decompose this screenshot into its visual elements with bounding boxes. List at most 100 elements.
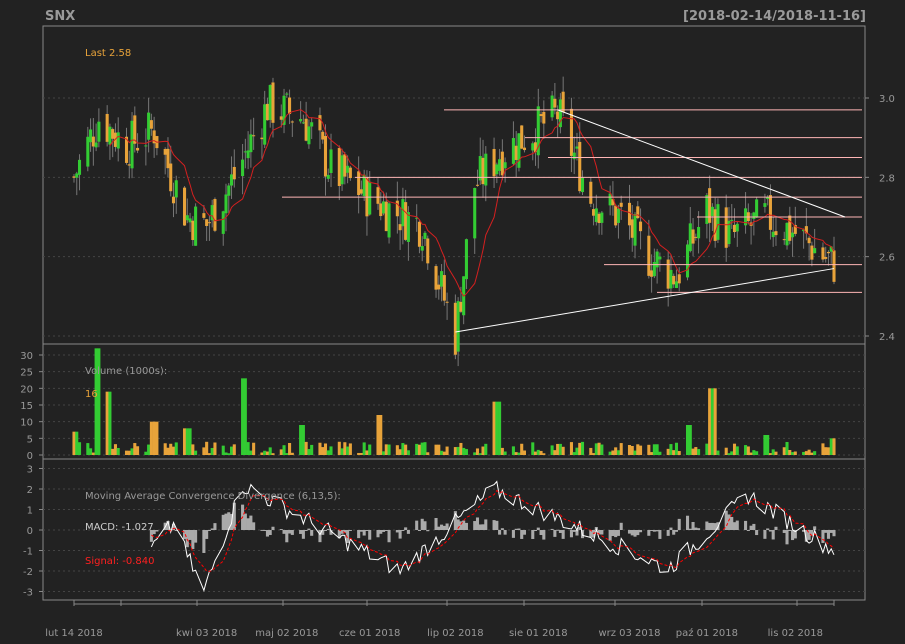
volume-bar: [832, 438, 836, 455]
candle-down: [304, 118, 308, 141]
volume-bar: [440, 450, 444, 455]
candle-up: [423, 232, 427, 240]
candle-down: [553, 98, 557, 108]
volume-bar: [318, 442, 322, 455]
volume-bar: [263, 450, 267, 455]
candle-up: [89, 129, 93, 143]
candle-up: [705, 194, 709, 224]
macd-histogram-bar: [572, 530, 576, 532]
volume-bar: [498, 401, 502, 455]
volume-bar: [426, 452, 430, 455]
macd-histogram-bar: [310, 530, 314, 536]
candle-down: [514, 145, 518, 160]
price-tick-label: 2.4: [879, 332, 895, 343]
macd-histogram-bar: [194, 530, 198, 543]
volume-bar: [500, 447, 504, 455]
candle-up: [406, 212, 410, 242]
macd-histogram-bar: [655, 530, 659, 532]
volume-bar: [594, 443, 598, 455]
volume-bar: [357, 452, 361, 455]
macd-histogram-bar: [348, 530, 352, 531]
volume-bar: [77, 442, 82, 455]
candle-down: [376, 187, 380, 204]
macd-histogram-bar: [202, 530, 206, 553]
volume-bar: [299, 425, 303, 455]
candle-down: [359, 189, 363, 194]
candle-up: [329, 149, 333, 174]
volume-bar: [464, 449, 468, 455]
candle-up: [575, 146, 579, 149]
volume-bar: [307, 449, 311, 455]
volume-bar: [75, 431, 79, 455]
volume-bar: [782, 447, 786, 455]
volume-bar: [329, 446, 333, 455]
macd-histogram-bar: [650, 530, 654, 531]
macd-histogram-bar: [381, 530, 386, 532]
candle-up: [185, 215, 189, 221]
candle-down: [666, 259, 670, 289]
candle-up: [130, 120, 134, 169]
volume-bar: [133, 443, 137, 455]
candle-up: [299, 119, 303, 122]
candle-up: [174, 180, 178, 198]
x-tick-label: maj 02 2018: [255, 628, 318, 639]
volume-bar: [616, 450, 620, 455]
volume-bar: [213, 442, 217, 455]
candle-up: [511, 138, 515, 164]
candle-up: [685, 244, 690, 278]
volume-bar: [144, 451, 148, 455]
macd-histogram-bar: [639, 530, 643, 533]
candle-down: [561, 91, 565, 113]
volume-bar: [224, 452, 228, 455]
candle-down: [442, 275, 446, 301]
macd-histogram-bar: [561, 530, 565, 539]
macd-histogram-bar: [630, 530, 634, 536]
candle-up: [464, 239, 468, 280]
volume-bar: [735, 446, 739, 455]
macd-histogram-bar: [384, 530, 388, 531]
macd-histogram-bar: [569, 530, 573, 538]
macd-histogram-bar: [249, 515, 253, 530]
volume-bar: [542, 453, 546, 455]
macd-histogram-bar: [619, 522, 623, 530]
macd-histogram-bar: [763, 530, 767, 539]
macd-histogram-bar: [387, 530, 391, 543]
volume-bar: [611, 450, 615, 455]
candle-up: [263, 104, 267, 145]
volume-bar: [766, 435, 770, 455]
macd-histogram-bar: [481, 524, 485, 530]
candle-up: [227, 185, 231, 196]
volume-bar: [221, 445, 225, 455]
volume-bar: [824, 447, 828, 455]
volume-bar: [124, 450, 129, 455]
candle-down: [171, 196, 176, 204]
candle-down: [404, 202, 408, 240]
candle-up: [368, 181, 372, 215]
volume-bar: [492, 401, 496, 455]
macd-histogram-bar: [688, 528, 692, 530]
volume-frame: [42, 343, 866, 460]
candle-down: [111, 129, 115, 139]
macd-histogram-bar: [268, 530, 272, 536]
volume-bar: [229, 446, 234, 455]
macd-histogram-bar: [658, 530, 662, 539]
candle-down: [614, 205, 618, 226]
candle-up: [785, 222, 789, 246]
volume-bar: [185, 428, 189, 455]
volume-bar: [608, 451, 612, 455]
volume-bar: [72, 431, 76, 455]
volume-bar: [166, 447, 170, 455]
macd-histogram-bar: [735, 520, 739, 530]
macd-histogram-bar: [260, 529, 264, 531]
macd-histogram-bar: [647, 530, 651, 536]
candle-down: [398, 224, 402, 231]
candle-down: [768, 195, 772, 230]
volume-bar: [207, 453, 211, 455]
volume-bar: [478, 453, 482, 455]
macd-tick-label: -2: [23, 567, 33, 578]
macd-histogram-bar: [442, 525, 446, 530]
volume-bar: [503, 451, 507, 455]
volume-bar: [227, 453, 231, 455]
candle-up: [144, 145, 148, 147]
volume-bar: [597, 442, 601, 455]
